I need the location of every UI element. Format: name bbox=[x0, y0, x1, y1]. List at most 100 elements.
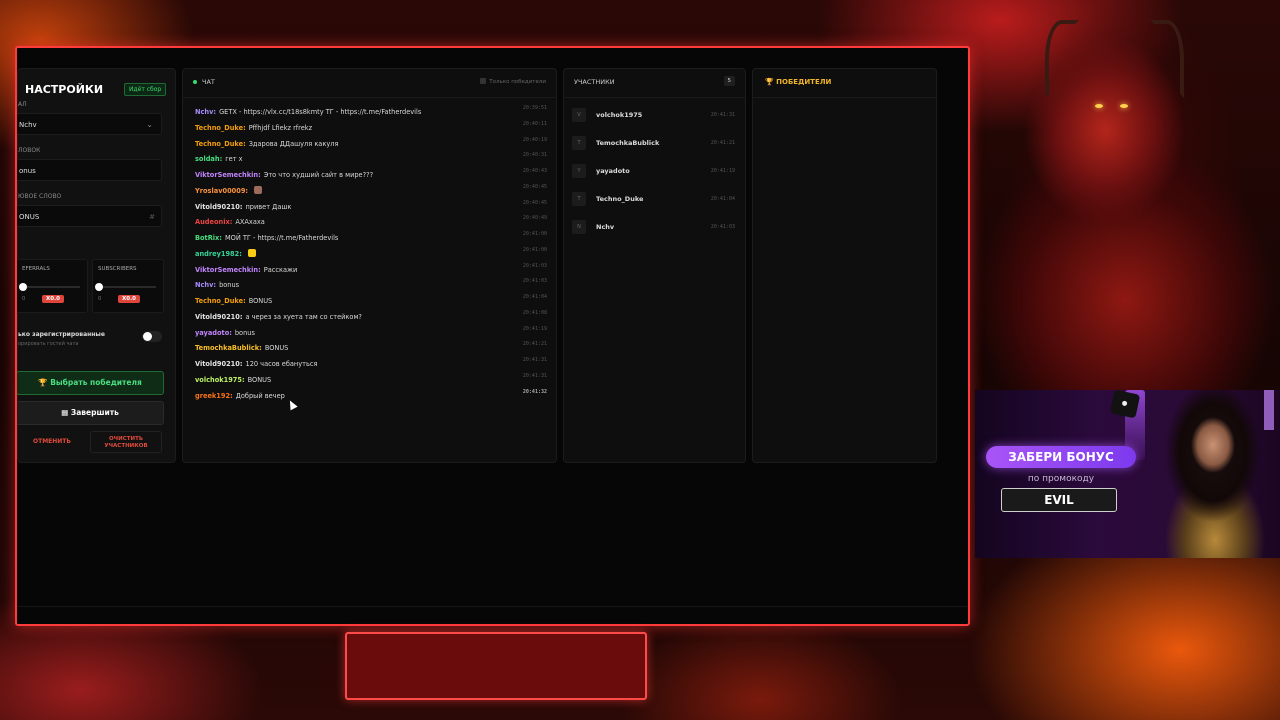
participant-timestamp: 20:41:19 bbox=[710, 168, 735, 174]
chat-username[interactable]: andrey1982: bbox=[195, 250, 242, 258]
chat-timestamp: 20:40:45 bbox=[522, 183, 547, 190]
chat-timestamp: 20:41:03 bbox=[522, 262, 547, 269]
chat-username[interactable]: Techno_Duke: bbox=[195, 297, 246, 305]
registered-only-label: ько зарегистрированные bbox=[18, 331, 105, 338]
checkered-flag-icon: ▦ bbox=[61, 408, 69, 417]
promo-model-image bbox=[1150, 390, 1280, 558]
chat-username[interactable]: Nchv: bbox=[195, 108, 216, 116]
chat-text: гет х bbox=[225, 155, 243, 164]
heading-value: onus bbox=[19, 167, 36, 175]
winners-header: 🏆 ПОБЕДИТЕЛИ bbox=[753, 69, 936, 98]
bottom-overlay-box bbox=[345, 632, 647, 700]
chat-message: TemochkaBublick: BONUS 20:41:21 bbox=[195, 341, 547, 357]
avatar: N bbox=[572, 220, 586, 234]
chat-username[interactable]: Vitold90210: bbox=[195, 360, 243, 368]
chat-text: Расскажи bbox=[263, 265, 298, 274]
chat-message: soldah: гет х 20:40:31 bbox=[195, 152, 547, 168]
subscribers-label: SUBSCRIBERS bbox=[98, 266, 137, 272]
chat-timestamp: 20:40:19 bbox=[522, 136, 547, 143]
winners-only-label: Только победители bbox=[489, 79, 546, 85]
chat-message-list[interactable]: Nchv: GETX - https://vlx.cc/t18s8kmty ТГ … bbox=[195, 105, 547, 404]
chat-username[interactable]: soldah: bbox=[195, 155, 222, 163]
avatar: V bbox=[572, 108, 586, 122]
participant-name: yayadoto bbox=[596, 167, 630, 175]
participant-name: Nchv bbox=[596, 223, 615, 231]
winners-panel: 🏆 ПОБЕДИТЕЛИ bbox=[752, 68, 937, 463]
chat-username[interactable]: Vitold90210: bbox=[195, 313, 243, 321]
chat-timestamp: 20:40:49 bbox=[522, 215, 547, 222]
chat-message: ViktorSemechkin: Это что худший сайт в ми… bbox=[195, 168, 547, 184]
settings-panel: НАСТРОЙКИ Идёт сбор АЛ Nchv ⌄ ЛОВОК onus… bbox=[17, 68, 176, 463]
keyword-label: ЮВОЕ СЛОВО bbox=[18, 193, 62, 200]
participant-row[interactable]: T Techno_Duke 20:41:04 bbox=[572, 185, 737, 213]
participant-timestamp: 20:41:04 bbox=[710, 196, 735, 202]
chat-username[interactable]: Techno_Duke: bbox=[195, 124, 246, 132]
subscribers-slider[interactable] bbox=[95, 283, 156, 291]
chat-username[interactable]: yayadoto: bbox=[195, 329, 232, 337]
participant-row[interactable]: T TemochkaBublick 20:41:21 bbox=[572, 129, 737, 157]
participant-row[interactable]: Vvolchok1975 20:41:31 bbox=[572, 101, 737, 129]
chat-text: Pffhjdf Lfiekz rfrekz bbox=[248, 123, 313, 132]
trophy-icon: 🏆 bbox=[38, 378, 48, 387]
chat-username[interactable]: Audeonix: bbox=[195, 218, 232, 226]
chat-panel: ЧАТ Только победители Nchv: GETX - https:… bbox=[182, 68, 557, 463]
cancel-button[interactable]: ОТМЕНИТЬ bbox=[17, 431, 88, 453]
participants-header: УЧАСТНИКИ 5 bbox=[564, 69, 745, 98]
participant-row[interactable]: Yyayadoto 20:41:19 bbox=[572, 157, 737, 185]
settings-title: НАСТРОЙКИ bbox=[25, 83, 104, 96]
promo-banner[interactable]: ЗАБЕРИ БОНУС по промокоду EVIL bbox=[975, 390, 1280, 558]
chat-username[interactable]: greek192: bbox=[195, 392, 233, 400]
winners-only-checkbox[interactable]: Только победители bbox=[480, 78, 546, 85]
chat-text: GETX - https://vlx.cc/t18s8kmty ТГ - htt… bbox=[219, 108, 422, 116]
chat-username[interactable]: ViktorSemechkin: bbox=[195, 266, 261, 274]
chat-username[interactable]: BotRix: bbox=[195, 234, 222, 242]
participants-count-badge: 5 bbox=[723, 76, 735, 86]
chat-text: АХАхаха bbox=[235, 218, 265, 227]
live-dot-icon bbox=[193, 80, 197, 84]
referrals-slider[interactable] bbox=[19, 283, 80, 291]
clear-participants-button[interactable]: ОЧИСТИТЬ УЧАСТНИКОВ bbox=[90, 431, 162, 453]
chat-message: greek192: Добрый вечер 20:41:32 bbox=[195, 389, 547, 405]
chat-username[interactable]: Yroslav00009: bbox=[195, 187, 248, 195]
subscribers-multiplier-badge: X0.0 bbox=[118, 295, 140, 303]
chat-header: ЧАТ Только победители bbox=[183, 69, 556, 98]
chat-message: andrey1982: 20:41:00 bbox=[195, 247, 547, 263]
chat-timestamp: 20:41:31 bbox=[522, 357, 547, 363]
chat-username[interactable]: ViktorSemechkin: bbox=[195, 171, 261, 179]
finish-button[interactable]: ▦ Завершить bbox=[17, 401, 164, 425]
participants-panel: УЧАСТНИКИ 5 Vvolchok1975 20:41:31 T Temochk… bbox=[563, 68, 746, 463]
chat-title: ЧАТ bbox=[202, 78, 215, 86]
chat-timestamp: 20:41:21 bbox=[522, 341, 547, 348]
chat-text: Это что худший сайт в мире??? bbox=[263, 171, 374, 179]
subscribers-slider-handle[interactable] bbox=[95, 283, 103, 291]
chat-text: а через за хуета там со стейком? bbox=[245, 312, 362, 321]
participant-row[interactable]: N Nchv 20:41:03 bbox=[572, 213, 737, 241]
pick-winner-label: Выбрать победителя bbox=[50, 378, 142, 387]
chat-timestamp: 20:41:00 bbox=[522, 231, 547, 237]
heading-input[interactable]: onus bbox=[17, 159, 162, 181]
chat-text: BONUS bbox=[247, 375, 272, 384]
chat-text: bonus bbox=[234, 328, 255, 337]
chevron-down-icon: ⌄ bbox=[146, 120, 153, 129]
chat-text: BONUS bbox=[248, 297, 273, 305]
chat-timestamp: 20:39:51 bbox=[522, 105, 547, 111]
divider bbox=[17, 606, 968, 607]
participant-timestamp: 20:41:03 bbox=[710, 224, 735, 230]
chat-timestamp: 20:41:03 bbox=[522, 278, 547, 285]
chat-username[interactable]: Techno_Duke: bbox=[195, 140, 246, 148]
chat-message: volchok1975: BONUS 20:41:31 bbox=[195, 373, 547, 389]
keyword-input[interactable]: ONUS # bbox=[17, 205, 162, 227]
toggle-knob bbox=[143, 332, 152, 341]
chat-username[interactable]: TemochkaBublick: bbox=[195, 344, 262, 352]
channel-select[interactable]: Nchv ⌄ bbox=[17, 113, 162, 135]
chat-username[interactable]: volchok1975: bbox=[195, 376, 245, 384]
referrals-slider-min: 0 bbox=[22, 296, 26, 302]
chat-username[interactable]: Nchv: bbox=[195, 281, 216, 289]
chat-message: Techno_Duke: Pffhjdf Lfiekz rfrekz 20:40:1… bbox=[195, 121, 547, 137]
chat-username[interactable]: Vitold90210: bbox=[195, 203, 243, 211]
referrals-slider-handle[interactable] bbox=[19, 283, 27, 291]
registered-only-toggle[interactable] bbox=[142, 331, 162, 342]
subscribers-card: SUBSCRIBERS 0 X0.0 bbox=[92, 259, 164, 313]
pick-winner-button[interactable]: 🏆 Выбрать победителя bbox=[17, 371, 164, 395]
promo-code: EVIL bbox=[1001, 488, 1117, 512]
